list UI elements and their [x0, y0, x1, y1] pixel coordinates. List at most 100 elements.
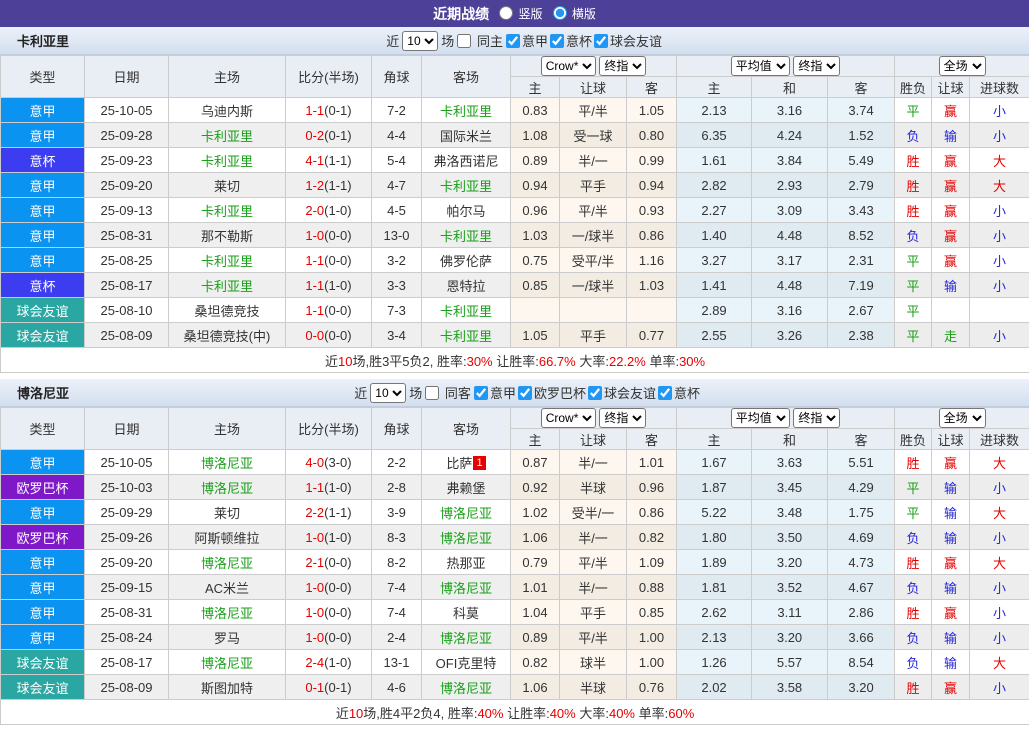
- avg-away-odds: 7.19: [827, 272, 896, 298]
- avg-away-odds: 3.66: [827, 624, 896, 650]
- let-handicap: 平/半: [559, 624, 627, 650]
- home-team-name: 卡利亚里: [200, 253, 253, 269]
- same-venue-filter[interactable]: 同主: [457, 31, 503, 50]
- score-cell: 1-0(0-0): [285, 599, 372, 625]
- avg-away-odds: 2.79: [827, 172, 896, 198]
- let-away-odds: 0.93: [625, 197, 678, 223]
- fulltime-score: 2-4: [305, 654, 325, 670]
- avg-home-odds: 1.67: [676, 449, 753, 475]
- away-team-cell: 恩特拉: [421, 272, 511, 298]
- league-checkbox[interactable]: [593, 34, 608, 48]
- let-away-odds: 1.00: [625, 624, 678, 650]
- vertical-layout-radio[interactable]: [499, 6, 514, 20]
- home-team-name: 莱切: [213, 178, 240, 194]
- avg-home-odds: 1.61: [676, 147, 753, 173]
- score-cell: 1-2(1-1): [285, 172, 372, 198]
- odds-company-select[interactable]: Crow*: [540, 56, 596, 76]
- let-away-odds: 0.96: [625, 474, 678, 500]
- result-cell: 平: [894, 297, 933, 323]
- let-away-odds: 1.09: [625, 549, 678, 575]
- league-checkbox[interactable]: [657, 386, 672, 400]
- horizontal-layout-radio[interactable]: [552, 6, 567, 20]
- result-cell: 负: [894, 574, 933, 600]
- league-checkbox[interactable]: [517, 386, 532, 400]
- result-cell: 胜: [894, 147, 933, 173]
- col-avg-away: 客: [827, 428, 896, 450]
- let-handicap: 平/半: [559, 549, 627, 575]
- match-date: 25-08-24: [84, 624, 169, 650]
- let-handicap: 半/一: [559, 524, 627, 550]
- home-team-name: AC米兰: [204, 580, 250, 596]
- layout-radio-horizontal[interactable]: 横版: [552, 5, 596, 22]
- league-filter[interactable]: 球会友谊: [593, 31, 662, 50]
- avg-odds-select[interactable]: 平均值: [730, 56, 790, 76]
- col-corner: 角球: [371, 407, 422, 450]
- league-filter[interactable]: 意杯: [549, 31, 592, 50]
- away-team-name: 科莫: [452, 605, 479, 621]
- league-filter[interactable]: 球会友谊: [587, 383, 656, 402]
- handicap-result-cell: 赢: [931, 197, 971, 223]
- score-cell: 1-0(0-0): [285, 222, 372, 248]
- result-cell: 平: [894, 97, 933, 123]
- league-filter[interactable]: 意甲: [473, 383, 516, 402]
- avg-away-odds: 1.75: [827, 499, 896, 525]
- same-venue-checkbox[interactable]: [425, 386, 440, 400]
- league-checkbox[interactable]: [473, 386, 488, 400]
- avg-stage-select[interactable]: 终指: [793, 408, 841, 428]
- handicap-result-cell: 赢: [931, 247, 971, 273]
- col-away: 客场: [421, 407, 511, 450]
- corner-count: 4-7: [371, 172, 422, 198]
- halftime-score: (0-1): [324, 679, 352, 695]
- avg-away-odds: 1.52: [827, 122, 896, 148]
- league-filter[interactable]: 意甲: [505, 31, 548, 50]
- recent-count-select[interactable]: 10: [402, 30, 439, 51]
- goals-result-cell: 大: [969, 649, 1029, 675]
- layout-radio-vertical[interactable]: 竖版: [499, 5, 543, 22]
- odds-stage-select[interactable]: 终指: [599, 408, 647, 428]
- avg-odds-select[interactable]: 平均值: [730, 408, 790, 428]
- fulltime-score: 1-1: [305, 102, 325, 118]
- result-cell: 平: [894, 247, 933, 273]
- away-team-name: 博洛尼亚: [439, 680, 492, 696]
- scope-select[interactable]: 全场: [938, 408, 986, 428]
- league-checkbox[interactable]: [505, 34, 520, 48]
- scope-select-cell: 全场: [894, 407, 1029, 429]
- league-checkbox[interactable]: [549, 34, 564, 48]
- avg-away-odds: 2.67: [827, 297, 896, 323]
- score-cell: 0-1(0-1): [285, 674, 372, 700]
- col-type: 类型: [0, 407, 85, 450]
- avg-stage-select[interactable]: 终指: [793, 56, 841, 76]
- odds-company-select[interactable]: Crow*: [540, 408, 596, 428]
- away-team-name: 博洛尼亚: [439, 530, 492, 546]
- same-venue-filter[interactable]: 同客: [425, 383, 471, 402]
- fulltime-score: 4-1: [305, 152, 325, 168]
- handicap-result-cell: [931, 297, 971, 323]
- col-score: 比分(半场): [285, 407, 372, 450]
- scope-select-cell: 全场: [894, 55, 1029, 77]
- same-venue-checkbox[interactable]: [457, 34, 472, 48]
- odds-stage-select[interactable]: 终指: [599, 56, 647, 76]
- match-row: 意甲 25-09-15 AC米兰 1-0(0-0) 7-4 博洛尼亚 1.01 半/一 0.88…: [0, 574, 1029, 600]
- league-filter[interactable]: 意杯: [657, 383, 700, 402]
- filter-bar: 近 10 场 同主 意甲 意杯 球会友谊: [386, 30, 662, 51]
- recent-results-table: 类型 日期 主场 比分(半场) 角球 客场 Crow* 终指 平均值 终指 全场: [0, 407, 1029, 725]
- corner-count: 7-2: [371, 97, 422, 123]
- league-filter[interactable]: 欧罗巴杯: [517, 383, 586, 402]
- fulltime-score: 0-2: [305, 127, 325, 143]
- league-checkbox[interactable]: [587, 386, 602, 400]
- goals-result-cell: 小: [969, 322, 1029, 348]
- match-date: 25-08-09: [84, 674, 169, 700]
- match-table-body: 意甲 25-10-05 博洛尼亚 4-0(3-0) 2-2 比萨 1 0.87 半/一 1.01 1…: [0, 449, 1029, 700]
- recent-count-select[interactable]: 10: [370, 382, 407, 403]
- match-type-badge: 意甲: [0, 599, 85, 625]
- score-cell: 4-1(1-1): [285, 147, 372, 173]
- avg-draw-odds: 3.20: [751, 624, 829, 650]
- handicap-result-cell: 输: [931, 649, 971, 675]
- fulltime-score: 0-0: [305, 327, 325, 343]
- scope-select[interactable]: 全场: [938, 56, 986, 76]
- summary-text: 近10场,胜4平2负4, 胜率:40% 让胜率:40% 大率:40% 单率:60…: [0, 699, 1029, 725]
- away-team-name: 卡利亚里: [439, 328, 492, 344]
- let-away-odds: 1.16: [625, 247, 678, 273]
- match-type-badge: 意甲: [0, 574, 85, 600]
- home-team-name: 卡利亚里: [200, 153, 253, 169]
